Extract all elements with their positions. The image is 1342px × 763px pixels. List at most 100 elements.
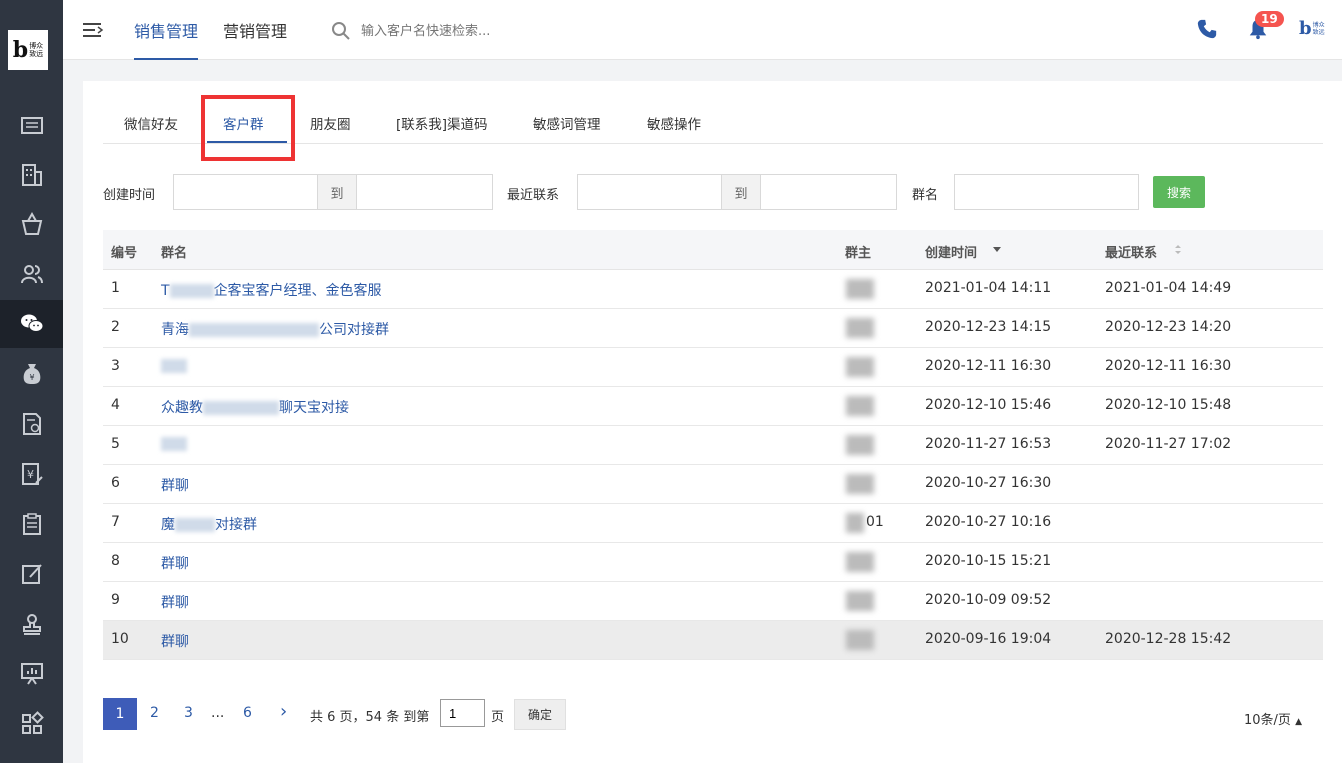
tab-marketing[interactable]: 营销管理 (223, 18, 287, 60)
table-row[interactable]: 4 众趣教 聊天宝对接 2020-12-10 15:46 2020-12-10 1… (103, 387, 1323, 426)
sidebar-item-basket[interactable] (0, 200, 63, 248)
owner-name: 01 (866, 514, 884, 530)
page-jump-confirm-button[interactable]: 确定 (514, 699, 566, 730)
table-row[interactable]: 7 魔 对接群 01 2020-10-27 10:16 (103, 504, 1323, 543)
table-row[interactable]: 1 T 企客宝客户经理、金色客服 2021-01-04 14:11 2021-01… (103, 270, 1323, 309)
table-row[interactable]: 9 群聊 2020-10-09 09:52 (103, 582, 1323, 621)
created-time: 2020-10-27 10:16 (925, 514, 1052, 530)
tab-contact-qr[interactable]: [联系我]渠道码 (396, 113, 488, 133)
redacted-blur (161, 359, 187, 373)
row-no: 4 (111, 397, 120, 413)
header-owner: 群主 (845, 246, 872, 261)
stamp-icon (22, 614, 41, 635)
group-name-link[interactable]: T 企客宝客户经理、金色客服 (161, 280, 382, 300)
sidebar-item-billing[interactable]: ¥ (0, 450, 63, 498)
tab-sensitive-actions[interactable]: 敏感操作 (647, 113, 701, 133)
sidebar-item-apps[interactable] (0, 700, 63, 748)
sidebar-item-reports[interactable] (0, 650, 63, 698)
caret-up-icon: ▲ (1295, 717, 1302, 727)
sidebar-item-notes[interactable] (0, 550, 63, 598)
table-row[interactable]: 3 2020-12-11 16:30 2020-12-11 16:30 (103, 348, 1323, 387)
recent-start-input[interactable] (577, 174, 722, 210)
logo-letter: b (12, 37, 29, 63)
group-name-link[interactable]: 群聊 (161, 475, 189, 495)
tab-moments[interactable]: 朋友圈 (310, 113, 351, 133)
row-no: 3 (111, 358, 120, 374)
group-name-part-b: 企客宝客户经理、金色客服 (213, 283, 382, 299)
header-recent[interactable]: 最近联系 (1105, 242, 1157, 261)
tab-wechat-friends[interactable]: 微信好友 (124, 113, 178, 133)
apps-grid-icon (21, 711, 44, 734)
sidebar-item-company[interactable] (0, 151, 63, 199)
group-name-link[interactable]: 群聊 (161, 631, 189, 651)
group-name-part-a: T (161, 283, 170, 299)
table-row[interactable]: 6 群聊 2020-10-27 16:30 (103, 465, 1323, 504)
sidebar-item-contracts[interactable] (0, 400, 63, 448)
logo: b 博众致远 (8, 30, 48, 70)
owner-redacted (846, 396, 874, 416)
recent-time: 2020-12-28 15:42 (1105, 631, 1232, 647)
sidebar-item-customers[interactable] (0, 250, 63, 298)
owner-redacted (846, 591, 874, 611)
created-start-input[interactable] (173, 174, 318, 210)
page-button-6[interactable]: 6 (243, 705, 252, 721)
group-name-part-b: 对接群 (215, 517, 257, 533)
table-row[interactable]: 10 群聊 2020-09-16 19:04 2020-12-28 15:42 (103, 621, 1323, 660)
created-time-label: 创建时间 (103, 188, 156, 203)
page-size-select[interactable]: 10条/页 ▲ (1244, 709, 1302, 728)
page-jump-input[interactable] (440, 699, 485, 727)
table-row[interactable]: 8 群聊 2020-10-15 15:21 (103, 543, 1323, 582)
owner-redacted (846, 435, 874, 455)
presentation-chart-icon (20, 663, 43, 685)
page-button-1[interactable]: 1 (103, 698, 137, 730)
group-name-link[interactable]: 群聊 (161, 553, 189, 573)
search-button[interactable]: 搜索 (1153, 176, 1205, 208)
group-name-input[interactable] (954, 174, 1139, 210)
header-created[interactable]: 创建时间 (925, 242, 977, 261)
topbar: 销售管理 营销管理 19 b 博众致远 (63, 0, 1342, 60)
page-size-value: 10条/页 (1244, 713, 1291, 728)
row-no: 2 (111, 319, 120, 335)
building-icon (21, 164, 42, 186)
next-page-button[interactable]: › (280, 701, 287, 722)
page-ellipsis: ... (211, 705, 225, 721)
group-name-link[interactable]: 众趣教 聊天宝对接 (161, 397, 349, 417)
customer-search-input[interactable] (359, 18, 599, 44)
page-button-3[interactable]: 3 (184, 705, 193, 721)
group-name-link[interactable] (161, 358, 187, 374)
clipboard-icon (22, 513, 41, 535)
table-row[interactable]: 5 2020-11-27 16:53 2020-11-27 17:02 (103, 426, 1323, 465)
menu-toggle-icon[interactable] (81, 18, 105, 42)
money-bag-icon: ¥ (23, 364, 40, 384)
phone-icon[interactable] (1196, 18, 1218, 40)
svg-text:¥: ¥ (29, 373, 34, 382)
created-time: 2021-01-04 14:11 (925, 280, 1052, 296)
document-star-icon (22, 413, 41, 435)
sidebar-item-approval[interactable] (0, 600, 63, 648)
group-name-link[interactable]: 魔 对接群 (161, 514, 257, 534)
sort-icon[interactable] (1174, 244, 1182, 255)
created-end-input[interactable] (356, 174, 493, 210)
search-icon (332, 22, 350, 40)
sort-desc-icon[interactable] (993, 247, 1001, 253)
page-button-2[interactable]: 2 (150, 705, 159, 721)
tab-sensitive-words[interactable]: 敏感词管理 (533, 113, 601, 133)
sidebar-item-wechat[interactable] (0, 300, 63, 348)
group-name-part-a: 魔 (161, 517, 175, 533)
row-no: 6 (111, 475, 120, 491)
table-header: 编号 群名 群主 创建时间 最近联系 (103, 230, 1323, 270)
tab-sales[interactable]: 销售管理 (134, 18, 199, 60)
highlight-box (201, 95, 295, 161)
edit-icon (21, 564, 42, 584)
group-name-link[interactable]: 青海 公司对接群 (161, 319, 389, 339)
sidebar-item-finance[interactable]: ¥ (0, 350, 63, 398)
recent-end-input[interactable] (760, 174, 897, 210)
page-suffix: 页 (491, 710, 505, 725)
group-name-link[interactable]: 群聊 (161, 592, 189, 612)
brand-logo[interactable]: b 博众致远 (1299, 20, 1325, 38)
sidebar-item-dashboard[interactable] (0, 102, 63, 150)
owner-redacted (846, 357, 874, 377)
table-row[interactable]: 2 青海 公司对接群 2020-12-23 14:15 2020-12-23 14… (103, 309, 1323, 348)
group-name-link[interactable] (161, 436, 187, 452)
sidebar-item-tasks[interactable] (0, 500, 63, 548)
